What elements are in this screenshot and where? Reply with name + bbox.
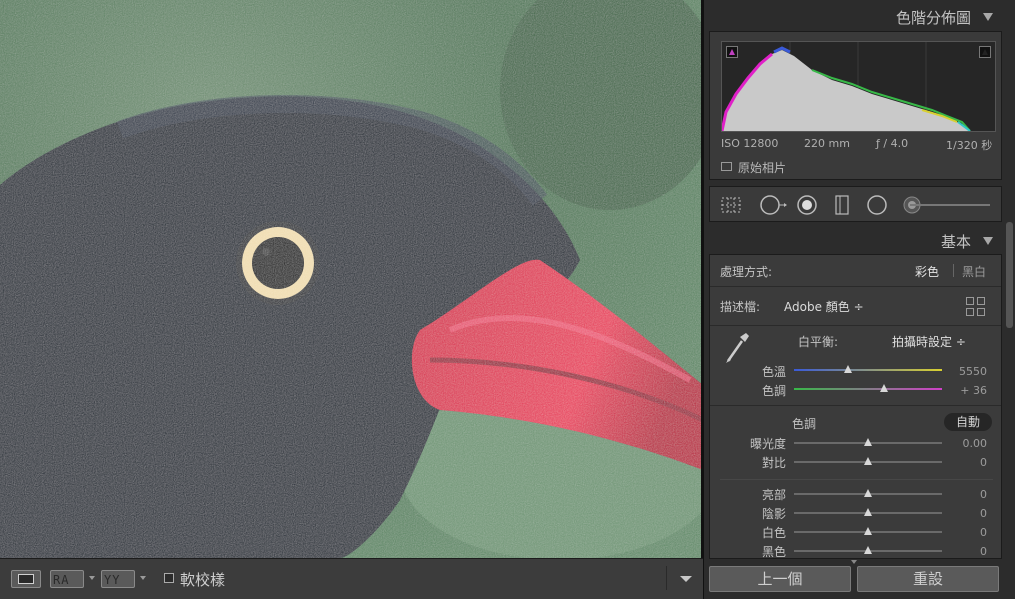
exposure-slider-thumb[interactable]	[864, 438, 872, 446]
bottom-toolbar: RA YY	[0, 558, 703, 599]
divider	[710, 286, 1001, 287]
tint-slider[interactable]	[794, 388, 942, 390]
divider	[710, 325, 1001, 326]
exposure-label: 曝光度	[749, 437, 786, 451]
treatment-label: 處理方式:	[720, 265, 773, 279]
temp-slider-thumb[interactable]	[844, 365, 852, 373]
temp-slider[interactable]	[794, 369, 942, 371]
tint-label: 色調	[762, 384, 787, 398]
single-view-icon	[18, 574, 34, 584]
scroll-down-icon[interactable]	[851, 560, 857, 564]
graduated-filter-icon[interactable]	[831, 194, 853, 216]
original-photo-label: 原始相片	[738, 161, 787, 175]
wb-dropdown[interactable]: 拍攝時設定 ÷	[892, 333, 966, 350]
basic-collapse-icon[interactable]	[983, 237, 993, 245]
treatment-divider	[953, 264, 954, 277]
wb-label: 白平衡:	[798, 335, 839, 349]
original-photo-checkbox[interactable]	[721, 162, 732, 171]
histogram-collapse-icon[interactable]	[983, 13, 993, 21]
yy-dropdown-icon[interactable]	[140, 576, 146, 580]
toolbar-menu-button[interactable]	[666, 566, 702, 590]
red-eye-icon[interactable]	[796, 194, 818, 216]
radial-filter-icon[interactable]	[866, 194, 888, 216]
shadows-value[interactable]: 0	[947, 507, 987, 520]
panel-scrollbar[interactable]	[1006, 222, 1013, 328]
divider	[720, 479, 993, 480]
whites-slider-thumb[interactable]	[864, 527, 872, 535]
profile-label: 描述檔:	[720, 300, 761, 314]
exif-focal-length: 220 mm	[804, 137, 850, 150]
histogram-curve	[720, 42, 971, 132]
blacks-slider-thumb[interactable]	[864, 546, 872, 554]
soft-proof-label: 軟校樣	[180, 571, 226, 589]
basic-panel: 處理方式: 彩色 黑白 描述檔: Adobe 顏色 ÷ 白平衡: 拍攝時設定 ÷…	[709, 254, 1002, 559]
histogram-panel: ISO 12800 220 mm ƒ / 4.0 1/320 秒 原始相片	[709, 31, 1002, 180]
histogram-graph[interactable]	[720, 41, 996, 132]
ra-dropdown-icon[interactable]	[89, 576, 95, 580]
brush-size-slider[interactable]	[910, 204, 990, 206]
treatment-color-option[interactable]: 彩色	[915, 263, 939, 280]
profile-dropdown[interactable]: Adobe 顏色 ÷	[784, 298, 864, 315]
yy-label: YY	[104, 573, 121, 587]
triangle-down-icon	[680, 576, 692, 582]
eyedropper-icon[interactable]	[724, 331, 750, 365]
contrast-label: 對比	[761, 456, 786, 470]
histogram-title[interactable]: 色階分佈圖	[896, 7, 971, 28]
exposure-value[interactable]: 0.00	[947, 437, 988, 450]
divider	[710, 405, 1001, 406]
spot-removal-icon[interactable]	[759, 194, 789, 216]
exif-aperture: ƒ / 4.0	[876, 137, 909, 150]
view-mode-button[interactable]	[11, 570, 41, 588]
whites-label: 白色	[761, 526, 786, 540]
develop-right-panel: 色階分佈圖 ISO 12800 220 mm ƒ / 4.0 1/320 秒 原…	[703, 0, 1015, 599]
reset-button[interactable]: 重設	[857, 566, 999, 592]
tint-slider-thumb[interactable]	[880, 384, 888, 392]
highlights-slider-thumb[interactable]	[864, 489, 872, 497]
temp-value[interactable]: 5550	[947, 365, 987, 378]
contrast-value[interactable]: 0	[947, 456, 987, 469]
exif-shutter: 1/320 秒	[946, 139, 993, 152]
shadows-label: 陰影	[761, 507, 786, 521]
blacks-label: 黑色	[761, 545, 786, 559]
highlight-clipping-icon[interactable]	[979, 46, 991, 58]
highlights-label: 亮部	[761, 488, 786, 502]
shadows-slider-thumb[interactable]	[864, 508, 872, 516]
soft-proof-checkbox[interactable]	[164, 573, 174, 583]
shadow-clipping-icon[interactable]	[726, 46, 738, 58]
treatment-bw-option[interactable]: 黑白	[962, 263, 986, 280]
contrast-slider-thumb[interactable]	[864, 457, 872, 465]
temp-label: 色溫	[762, 365, 787, 379]
ra-label: RA	[53, 573, 70, 587]
bird-photo	[0, 0, 701, 558]
tint-value[interactable]: + 36	[947, 384, 987, 397]
tool-strip	[709, 186, 1002, 222]
crop-overlay-icon[interactable]	[720, 194, 742, 216]
exif-iso: ISO 12800	[721, 137, 779, 150]
profile-browser-icon[interactable]	[966, 297, 986, 317]
previous-button[interactable]: 上一個	[709, 566, 851, 592]
photo-preview[interactable]	[0, 0, 703, 558]
tone-label: 色調	[792, 417, 817, 431]
blacks-value[interactable]: 0	[947, 545, 987, 558]
highlights-value[interactable]: 0	[947, 488, 987, 501]
basic-title[interactable]: 基本	[941, 231, 971, 252]
whites-value[interactable]: 0	[947, 526, 987, 539]
auto-tone-button[interactable]: 自動	[944, 413, 992, 431]
